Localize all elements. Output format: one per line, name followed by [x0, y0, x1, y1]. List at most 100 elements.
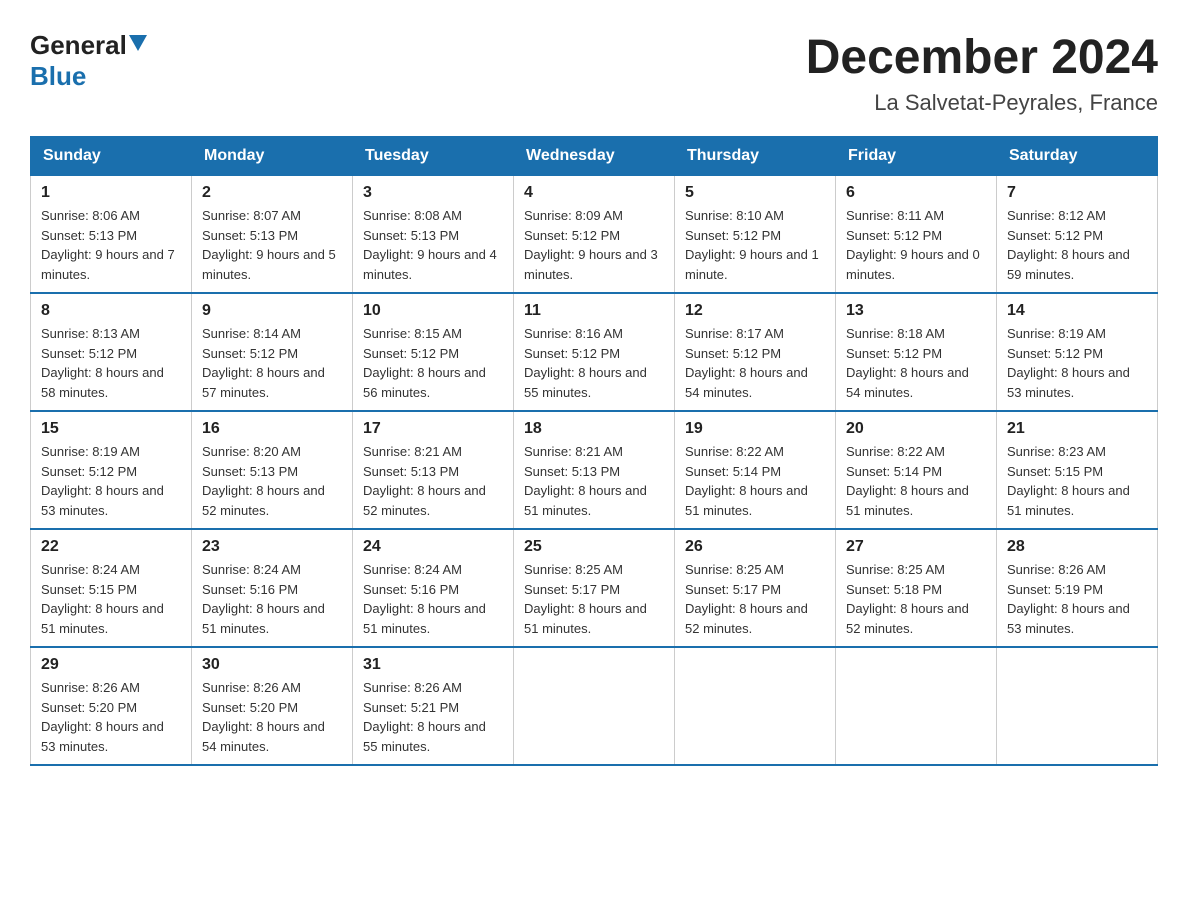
- sunset-label: Sunset: 5:12 PM: [524, 346, 620, 361]
- day-info: Sunrise: 8:11 AM Sunset: 5:12 PM Dayligh…: [846, 206, 986, 284]
- sunrise-label: Sunrise: 8:06 AM: [41, 208, 140, 223]
- day-number: 7: [1007, 184, 1147, 202]
- page-header: General Blue December 2024 La Salvetat-P…: [30, 30, 1158, 116]
- sunrise-label: Sunrise: 8:25 AM: [524, 562, 623, 577]
- sunset-label: Sunset: 5:15 PM: [1007, 464, 1103, 479]
- sunrise-label: Sunrise: 8:13 AM: [41, 326, 140, 341]
- day-info: Sunrise: 8:14 AM Sunset: 5:12 PM Dayligh…: [202, 324, 342, 402]
- daylight-label: Daylight: 8 hours and 53 minutes.: [1007, 601, 1130, 636]
- sunset-label: Sunset: 5:12 PM: [685, 228, 781, 243]
- calendar-cell: 31 Sunrise: 8:26 AM Sunset: 5:21 PM Dayl…: [353, 647, 514, 765]
- sunset-label: Sunset: 5:18 PM: [846, 582, 942, 597]
- day-number: 2: [202, 184, 342, 202]
- daylight-label: Daylight: 8 hours and 59 minutes.: [1007, 247, 1130, 282]
- daylight-label: Daylight: 8 hours and 52 minutes.: [202, 483, 325, 518]
- col-sunday: Sunday: [31, 137, 192, 176]
- calendar-cell: 20 Sunrise: 8:22 AM Sunset: 5:14 PM Dayl…: [836, 411, 997, 529]
- daylight-label: Daylight: 8 hours and 51 minutes.: [846, 483, 969, 518]
- sunset-label: Sunset: 5:17 PM: [685, 582, 781, 597]
- logo-blue-text: Blue: [30, 61, 86, 92]
- daylight-label: Daylight: 8 hours and 51 minutes.: [685, 483, 808, 518]
- sunrise-label: Sunrise: 8:24 AM: [202, 562, 301, 577]
- calendar-cell: 19 Sunrise: 8:22 AM Sunset: 5:14 PM Dayl…: [675, 411, 836, 529]
- calendar-cell: 29 Sunrise: 8:26 AM Sunset: 5:20 PM Dayl…: [31, 647, 192, 765]
- day-number: 4: [524, 184, 664, 202]
- daylight-label: Daylight: 9 hours and 4 minutes.: [363, 247, 497, 282]
- calendar-cell: 22 Sunrise: 8:24 AM Sunset: 5:15 PM Dayl…: [31, 529, 192, 647]
- sunset-label: Sunset: 5:13 PM: [202, 228, 298, 243]
- calendar-cell: 25 Sunrise: 8:25 AM Sunset: 5:17 PM Dayl…: [514, 529, 675, 647]
- sunset-label: Sunset: 5:13 PM: [202, 464, 298, 479]
- day-info: Sunrise: 8:26 AM Sunset: 5:20 PM Dayligh…: [41, 678, 181, 756]
- sunrise-label: Sunrise: 8:17 AM: [685, 326, 784, 341]
- sunrise-label: Sunrise: 8:16 AM: [524, 326, 623, 341]
- sunset-label: Sunset: 5:16 PM: [202, 582, 298, 597]
- sunset-label: Sunset: 5:13 PM: [363, 228, 459, 243]
- sunset-label: Sunset: 5:12 PM: [1007, 228, 1103, 243]
- day-info: Sunrise: 8:26 AM Sunset: 5:20 PM Dayligh…: [202, 678, 342, 756]
- sunrise-label: Sunrise: 8:07 AM: [202, 208, 301, 223]
- daylight-label: Daylight: 8 hours and 55 minutes.: [363, 719, 486, 754]
- day-number: 11: [524, 302, 664, 320]
- sunrise-label: Sunrise: 8:26 AM: [363, 680, 462, 695]
- sunrise-label: Sunrise: 8:15 AM: [363, 326, 462, 341]
- calendar-cell: 30 Sunrise: 8:26 AM Sunset: 5:20 PM Dayl…: [192, 647, 353, 765]
- day-info: Sunrise: 8:24 AM Sunset: 5:15 PM Dayligh…: [41, 560, 181, 638]
- daylight-label: Daylight: 8 hours and 51 minutes.: [524, 601, 647, 636]
- sunrise-label: Sunrise: 8:26 AM: [202, 680, 301, 695]
- day-number: 28: [1007, 538, 1147, 556]
- sunrise-label: Sunrise: 8:21 AM: [363, 444, 462, 459]
- sunset-label: Sunset: 5:12 PM: [685, 346, 781, 361]
- sunrise-label: Sunrise: 8:26 AM: [1007, 562, 1106, 577]
- sunset-label: Sunset: 5:20 PM: [202, 700, 298, 715]
- daylight-label: Daylight: 8 hours and 52 minutes.: [363, 483, 486, 518]
- calendar-cell: 15 Sunrise: 8:19 AM Sunset: 5:12 PM Dayl…: [31, 411, 192, 529]
- day-number: 18: [524, 420, 664, 438]
- day-number: 9: [202, 302, 342, 320]
- sunset-label: Sunset: 5:12 PM: [41, 346, 137, 361]
- calendar-cell: 18 Sunrise: 8:21 AM Sunset: 5:13 PM Dayl…: [514, 411, 675, 529]
- day-number: 21: [1007, 420, 1147, 438]
- day-number: 1: [41, 184, 181, 202]
- sunset-label: Sunset: 5:12 PM: [202, 346, 298, 361]
- day-info: Sunrise: 8:17 AM Sunset: 5:12 PM Dayligh…: [685, 324, 825, 402]
- daylight-label: Daylight: 9 hours and 3 minutes.: [524, 247, 658, 282]
- calendar-cell: [836, 647, 997, 765]
- day-info: Sunrise: 8:13 AM Sunset: 5:12 PM Dayligh…: [41, 324, 181, 402]
- calendar-table: Sunday Monday Tuesday Wednesday Thursday…: [30, 136, 1158, 766]
- calendar-week-3: 15 Sunrise: 8:19 AM Sunset: 5:12 PM Dayl…: [31, 411, 1158, 529]
- sunset-label: Sunset: 5:12 PM: [1007, 346, 1103, 361]
- day-info: Sunrise: 8:15 AM Sunset: 5:12 PM Dayligh…: [363, 324, 503, 402]
- day-info: Sunrise: 8:26 AM Sunset: 5:21 PM Dayligh…: [363, 678, 503, 756]
- sunrise-label: Sunrise: 8:22 AM: [685, 444, 784, 459]
- daylight-label: Daylight: 8 hours and 55 minutes.: [524, 365, 647, 400]
- sunrise-label: Sunrise: 8:19 AM: [41, 444, 140, 459]
- daylight-label: Daylight: 8 hours and 54 minutes.: [846, 365, 969, 400]
- day-number: 27: [846, 538, 986, 556]
- calendar-cell: 16 Sunrise: 8:20 AM Sunset: 5:13 PM Dayl…: [192, 411, 353, 529]
- sunset-label: Sunset: 5:12 PM: [41, 464, 137, 479]
- day-info: Sunrise: 8:18 AM Sunset: 5:12 PM Dayligh…: [846, 324, 986, 402]
- page-subtitle: La Salvetat-Peyrales, France: [806, 90, 1158, 116]
- day-info: Sunrise: 8:22 AM Sunset: 5:14 PM Dayligh…: [685, 442, 825, 520]
- calendar-cell: 21 Sunrise: 8:23 AM Sunset: 5:15 PM Dayl…: [997, 411, 1158, 529]
- calendar-cell: 17 Sunrise: 8:21 AM Sunset: 5:13 PM Dayl…: [353, 411, 514, 529]
- day-info: Sunrise: 8:24 AM Sunset: 5:16 PM Dayligh…: [202, 560, 342, 638]
- calendar-cell: [514, 647, 675, 765]
- sunset-label: Sunset: 5:12 PM: [846, 228, 942, 243]
- daylight-label: Daylight: 9 hours and 5 minutes.: [202, 247, 336, 282]
- day-info: Sunrise: 8:25 AM Sunset: 5:17 PM Dayligh…: [524, 560, 664, 638]
- day-number: 5: [685, 184, 825, 202]
- sunset-label: Sunset: 5:19 PM: [1007, 582, 1103, 597]
- daylight-label: Daylight: 8 hours and 51 minutes.: [202, 601, 325, 636]
- calendar-cell: 3 Sunrise: 8:08 AM Sunset: 5:13 PM Dayli…: [353, 176, 514, 294]
- daylight-label: Daylight: 8 hours and 51 minutes.: [1007, 483, 1130, 518]
- sunset-label: Sunset: 5:12 PM: [846, 346, 942, 361]
- sunrise-label: Sunrise: 8:19 AM: [1007, 326, 1106, 341]
- col-saturday: Saturday: [997, 137, 1158, 176]
- daylight-label: Daylight: 8 hours and 51 minutes.: [363, 601, 486, 636]
- day-info: Sunrise: 8:09 AM Sunset: 5:12 PM Dayligh…: [524, 206, 664, 284]
- day-number: 14: [1007, 302, 1147, 320]
- calendar-cell: 2 Sunrise: 8:07 AM Sunset: 5:13 PM Dayli…: [192, 176, 353, 294]
- day-number: 22: [41, 538, 181, 556]
